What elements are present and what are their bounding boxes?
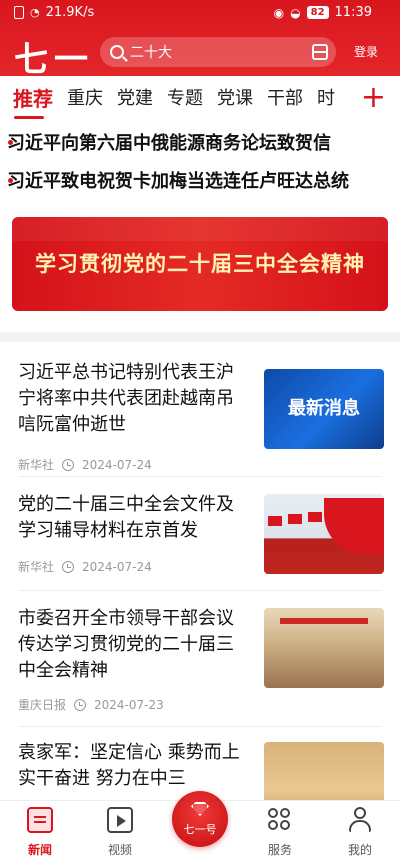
banner-shape xyxy=(280,618,368,624)
app-bar: 七一 二十大 登录 xyxy=(0,28,400,80)
news-icon xyxy=(27,807,53,833)
eye-icon: ◉ xyxy=(273,5,285,20)
divider xyxy=(18,476,382,477)
clock-icon xyxy=(74,698,87,711)
ticker-item[interactable]: 习近平致电祝贺卡加梅当选连任卢旺达总统 xyxy=(0,162,400,198)
banner-title: 学习贯彻党的二十届三中全会精神 xyxy=(35,252,365,276)
section-divider xyxy=(0,332,400,342)
news-thumbnail xyxy=(264,494,384,574)
news-thumbnail: 最新消息 xyxy=(264,369,384,449)
news-source: 新华社 xyxy=(18,560,55,574)
tab-topics[interactable]: 专题 xyxy=(167,76,203,122)
news-source: 新华社 xyxy=(18,458,55,472)
flag-shape xyxy=(324,498,384,554)
login-button[interactable]: 登录 xyxy=(354,43,378,60)
add-channel-icon[interactable]: + xyxy=(361,80,386,116)
tab-chongqing[interactable]: 重庆 xyxy=(67,76,103,122)
nav-news[interactable]: 新闻 xyxy=(8,807,72,858)
flag-shape xyxy=(288,514,302,524)
news-item[interactable]: 习近平总书记特别代表王沪宁将率中共代表团赴越南吊唁阮富仲逝世 新华社 2024-… xyxy=(0,354,400,472)
search-input[interactable]: 二十大 xyxy=(100,37,336,67)
clock-icon xyxy=(62,458,75,471)
wifi-icon: ◔ xyxy=(30,6,40,19)
gem-icon xyxy=(191,802,209,816)
search-placeholder: 二十大 xyxy=(130,45,172,61)
app-logo[interactable]: 七一 xyxy=(14,32,94,81)
nav-mine[interactable]: 我的 xyxy=(328,807,392,858)
tab-more[interactable]: 时 xyxy=(317,76,335,122)
thumbnail-caption: 最新消息 xyxy=(288,398,360,419)
nav-service[interactable]: 服务 xyxy=(248,807,312,858)
news-item[interactable]: 党的二十届三中全会文件及学习辅导材料在京首发 新华社 2024-07-24 xyxy=(0,486,400,582)
nav-qiyi-hao[interactable]: 七一号 xyxy=(172,791,228,847)
promo-banner[interactable]: 学习贯彻党的二十届三中全会精神 xyxy=(12,217,388,311)
user-icon xyxy=(347,807,373,833)
app-screen: ◔ 21.9K/s ◉ ◒ 82 11:39 七一 二十大 登录 推荐 重庆 党… xyxy=(0,0,400,866)
tab-party-building[interactable]: 党建 xyxy=(117,76,153,122)
search-icon xyxy=(110,45,124,59)
video-icon xyxy=(107,807,133,833)
nav-video[interactable]: 视频 xyxy=(88,807,152,858)
network-speed: 21.9K/s xyxy=(45,5,95,20)
news-title: 市委召开全市领导干部会议 传达学习贯彻党的二十届三中全会精神 xyxy=(18,608,234,681)
clock-time: 11:39 xyxy=(334,5,372,20)
news-date: 2024-07-24 xyxy=(82,559,152,574)
news-meta: 新华社 2024-07-24 xyxy=(18,558,152,575)
tab-cadres[interactable]: 干部 xyxy=(267,76,303,122)
headline-ticker: 习近平向第六届中俄能源商务论坛致贺信 习近平致电祝贺卡加梅当选连任卢旺达总统 xyxy=(0,124,400,200)
news-date: 2024-07-24 xyxy=(82,457,152,472)
news-meta: 新华社 2024-07-24 xyxy=(18,456,152,473)
flag-shape xyxy=(268,516,282,526)
news-title: 习近平总书记特别代表王沪宁将率中共代表团赴越南吊唁阮富仲逝世 xyxy=(18,362,234,435)
news-meta: 重庆日报 2024-07-23 xyxy=(18,696,164,713)
news-date: 2024-07-23 xyxy=(94,697,164,712)
news-thumbnail xyxy=(264,608,384,688)
signal-icon: ◒ xyxy=(290,5,301,20)
ticker-item[interactable]: 习近平向第六届中俄能源商务论坛致贺信 xyxy=(0,124,400,160)
tab-party-lessons[interactable]: 党课 xyxy=(217,76,253,122)
tab-list: 推荐 重庆 党建 专题 党课 干部 时 xyxy=(6,76,356,122)
battery-icon: 82 xyxy=(306,6,329,19)
news-title: 袁家军：坚定信心 乘势而上 实干奋进 努力在中三 xyxy=(18,742,240,789)
header: ◔ 21.9K/s ◉ ◒ 82 11:39 七一 二十大 登录 xyxy=(0,0,400,80)
divider xyxy=(18,590,382,591)
active-tab-indicator xyxy=(14,116,44,119)
scan-icon[interactable] xyxy=(312,44,328,60)
service-icon xyxy=(267,807,293,833)
news-title: 党的二十届三中全会文件及学习辅导材料在京首发 xyxy=(18,494,234,541)
news-source: 重庆日报 xyxy=(18,698,67,712)
bottom-nav: 新闻 视频 七一号 服务 我的 xyxy=(0,791,400,866)
sim-icon xyxy=(14,6,24,19)
divider xyxy=(18,726,382,727)
news-item[interactable]: 市委召开全市领导干部会议 传达学习贯彻党的二十届三中全会精神 重庆日报 2024… xyxy=(0,600,400,712)
category-tabs: 推荐 重庆 党建 专题 党课 干部 时 + xyxy=(0,76,400,122)
flag-shape xyxy=(308,512,322,522)
status-bar: ◔ 21.9K/s ◉ ◒ 82 11:39 xyxy=(0,0,400,28)
clock-icon xyxy=(62,560,75,573)
